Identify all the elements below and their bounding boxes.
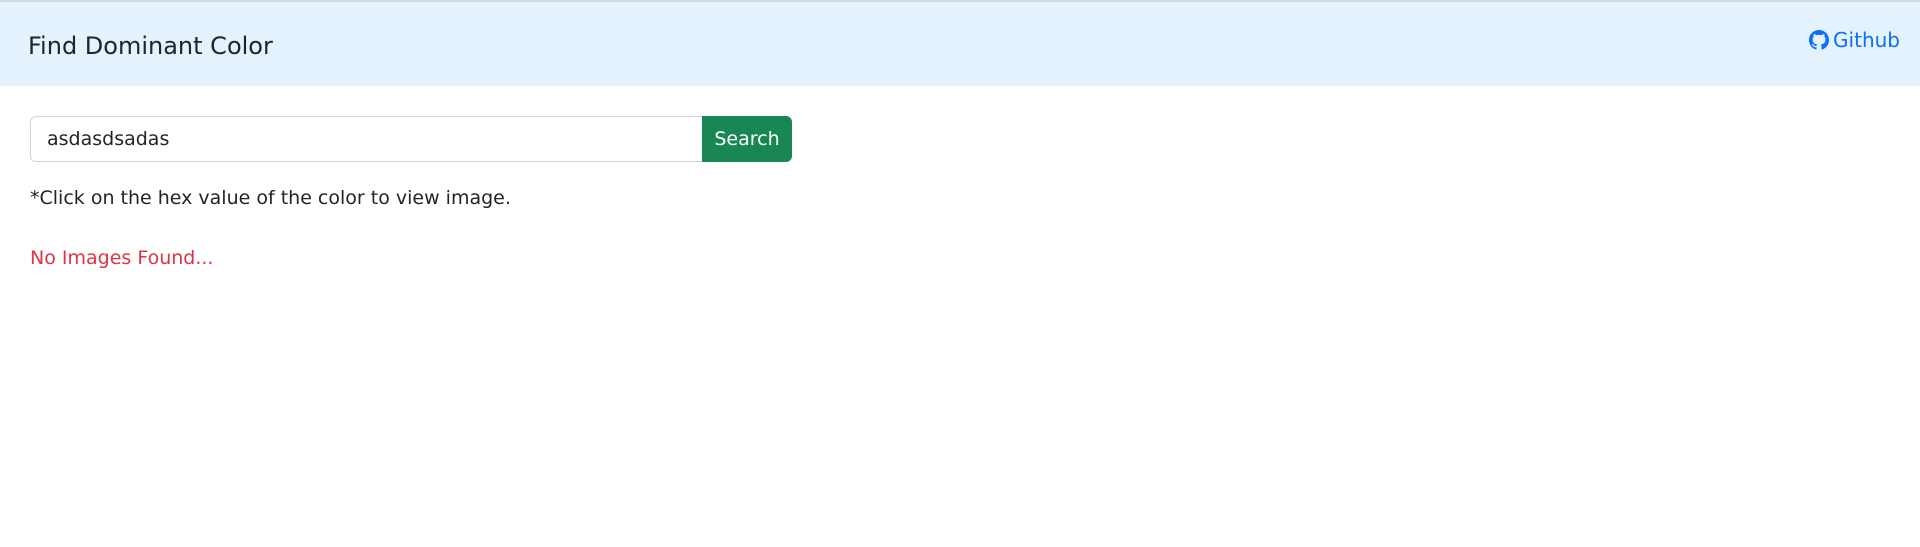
search-button[interactable]: Search <box>702 116 792 162</box>
status-message: No Images Found... <box>30 247 214 269</box>
search-group: Search <box>30 116 792 162</box>
github-link[interactable]: Github <box>1809 28 1900 52</box>
navbar: Find Dominant Color Github <box>0 2 1920 86</box>
github-icon <box>1809 30 1830 50</box>
search-input[interactable] <box>30 116 702 162</box>
app-title: Find Dominant Color <box>28 32 273 60</box>
github-label: Github <box>1833 28 1900 52</box>
hint-text: *Click on the hex value of the color to … <box>30 187 511 209</box>
